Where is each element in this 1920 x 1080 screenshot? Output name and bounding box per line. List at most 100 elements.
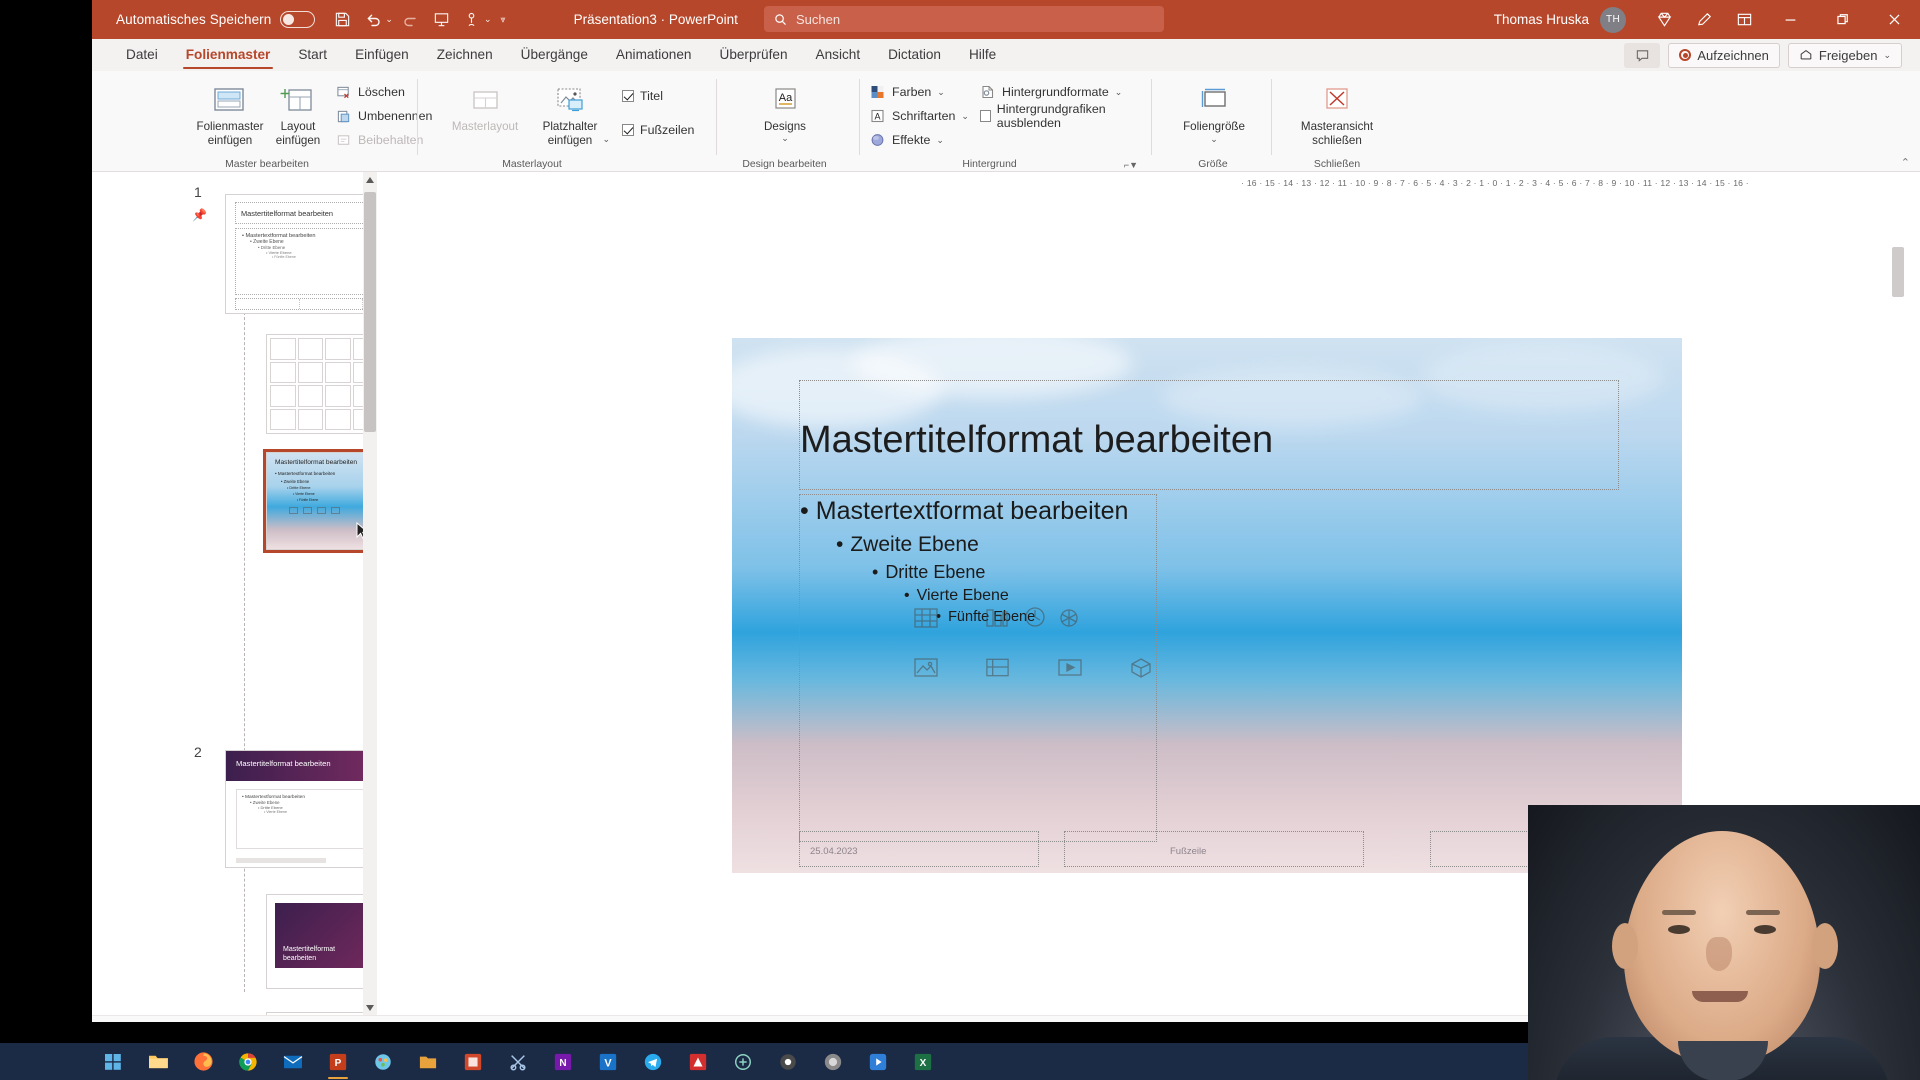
stock-image-icon[interactable]	[984, 656, 1014, 682]
picture-icon[interactable]	[912, 656, 942, 682]
tab-folienmaster[interactable]: Folienmaster	[172, 39, 285, 71]
ds-icon[interactable]	[722, 1043, 764, 1080]
delete-master-button[interactable]: Löschen	[336, 81, 405, 103]
thumbnail-layout-grid[interactable]	[266, 334, 377, 434]
schriftarten-button[interactable]: A Schriftarten ⌄	[870, 105, 969, 127]
tab-animationen[interactable]: Animationen	[602, 39, 706, 71]
telegram-icon[interactable]	[632, 1043, 674, 1080]
autosave-control[interactable]: Automatisches Speichern	[116, 11, 316, 28]
adobe-icon[interactable]	[677, 1043, 719, 1080]
thumbnail-master-2[interactable]: Mastertitelformat bearbeiten • Mastertex…	[225, 750, 377, 868]
video-icon[interactable]	[1056, 656, 1086, 682]
chart-icon[interactable]	[984, 606, 1014, 632]
scroll-down-icon[interactable]	[363, 1000, 377, 1015]
more-commands-icon[interactable]: ⩔	[500, 14, 505, 25]
avatar[interactable]: TH	[1600, 6, 1626, 33]
tab-einfuegen[interactable]: Einfügen	[341, 39, 423, 71]
icons-icon[interactable]	[1022, 604, 1052, 630]
scroll-up-icon[interactable]	[363, 172, 377, 187]
hintergrundformate-button[interactable]: Hintergrundformate ⌄	[980, 81, 1122, 103]
file-explorer-icon[interactable]	[137, 1043, 179, 1080]
designs-button[interactable]: Aa Designs ⌄	[747, 77, 823, 144]
preserve-master-button[interactable]: Beibehalten	[336, 129, 423, 151]
obs-icon[interactable]	[812, 1043, 854, 1080]
tab-dictation[interactable]: Dictation	[874, 39, 955, 71]
tab-ansicht[interactable]: Ansicht	[802, 39, 875, 71]
ribbon-display-options-icon[interactable]	[1724, 0, 1764, 39]
onenote-icon[interactable]: N	[542, 1043, 584, 1080]
autosave-toggle[interactable]	[280, 11, 316, 28]
thumbnail-layout-dark[interactable]: Mastertitelformat bearbeiten	[266, 894, 377, 989]
insert-placeholder-button[interactable]: Platzhalter einfügen ⌄	[528, 77, 612, 147]
insert-layout-button[interactable]: Layout einfügen	[266, 77, 330, 147]
comments-button[interactable]	[1624, 42, 1661, 68]
tab-uebergaenge[interactable]: Übergänge	[507, 39, 602, 71]
snipping-icon[interactable]	[497, 1043, 539, 1080]
windows-start-icon[interactable]	[92, 1043, 134, 1080]
smartart-icon[interactable]	[1056, 606, 1086, 632]
tab-datei[interactable]: Datei	[112, 39, 172, 71]
thumbnail-pane[interactable]: 1 📌 Mastertitelformat bearbeiten • Maste…	[92, 172, 377, 1015]
close-master-view-button[interactable]: Masteransicht schließen	[1294, 77, 1380, 147]
tab-start[interactable]: Start	[284, 39, 341, 71]
excel-icon[interactable]: X	[902, 1043, 944, 1080]
effekte-chevron-down-icon[interactable]: ⌄	[936, 135, 944, 146]
effekte-button[interactable]: Effekte ⌄	[870, 129, 944, 151]
paint-icon[interactable]	[362, 1043, 404, 1080]
tab-hilfe[interactable]: Hilfe	[955, 39, 1010, 71]
hintergrund-dialog-launcher[interactable]: ⌐▼	[1124, 160, 1138, 170]
share-button[interactable]: Freigeben ⌄	[1787, 42, 1902, 68]
thumbnail-scrollbar[interactable]	[363, 172, 377, 1015]
stage-scrollbar-thumb[interactable]	[1892, 247, 1904, 297]
powerpoint-icon[interactable]: P	[317, 1043, 359, 1080]
share-chevron-down-icon[interactable]: ⌄	[1883, 50, 1891, 61]
schriftarten-chevron-down-icon[interactable]: ⌄	[961, 111, 969, 122]
titel-checkbox[interactable]: Titel	[622, 85, 663, 107]
thumbnail-master-1[interactable]: Mastertitelformat bearbeiten • Mastertex…	[225, 194, 377, 314]
pen-icon[interactable]	[1684, 0, 1724, 39]
present-icon[interactable]	[428, 6, 455, 33]
tab-ueberpruefen[interactable]: Überprüfen	[706, 39, 802, 71]
outlook-icon[interactable]	[272, 1043, 314, 1080]
horizontal-ruler[interactable]: · 16 · 15 · 14 · 13 · 12 · 11 · 10 · 9 ·…	[780, 175, 1920, 191]
farben-chevron-down-icon[interactable]: ⌄	[937, 87, 945, 98]
insert-slide-master-button[interactable]: Folienmaster einfügen	[194, 77, 266, 147]
table-icon[interactable]	[912, 606, 942, 632]
footer-center-placeholder-box[interactable]	[1064, 831, 1364, 867]
hintergrundgrafiken-checkbox-box[interactable]	[980, 110, 991, 122]
touch-chevron-down-icon[interactable]: ⌄	[484, 14, 492, 25]
master-layout-button[interactable]: Masterlayout	[442, 77, 528, 134]
titel-checkbox-box[interactable]	[622, 90, 634, 102]
v-app-icon[interactable]: V	[587, 1043, 629, 1080]
folder-icon[interactable]	[407, 1043, 449, 1080]
undo-chevron-down-icon[interactable]: ⌄	[385, 14, 393, 25]
record-icon[interactable]	[767, 1043, 809, 1080]
save-icon[interactable]	[329, 6, 356, 33]
record-button[interactable]: Aufzeichnen	[1668, 42, 1780, 68]
minimize-button[interactable]	[1764, 0, 1816, 39]
ribbon-collapse-icon[interactable]: ⌃	[1901, 156, 1910, 169]
tab-zeichnen[interactable]: Zeichnen	[423, 39, 507, 71]
slide-size-chevron-down-icon[interactable]: ⌄	[1210, 134, 1218, 145]
close-button[interactable]	[1868, 0, 1920, 39]
3d-model-icon[interactable]	[1128, 656, 1158, 682]
diamond-icon[interactable]	[1644, 0, 1684, 39]
slide-title[interactable]: Mastertitelformat bearbeiten	[800, 393, 1600, 488]
placeholder-chevron-down-icon[interactable]: ⌄	[602, 134, 610, 145]
redo-icon[interactable]	[398, 6, 425, 33]
slide-size-button[interactable]: Foliengröße ⌄	[1172, 77, 1256, 145]
firefox-icon[interactable]	[182, 1043, 224, 1080]
undo-icon[interactable]	[359, 6, 386, 33]
farben-button[interactable]: Farben ⌄	[870, 81, 945, 103]
hintergrundgrafiken-checkbox[interactable]: Hintergrundgrafiken ausblenden	[980, 102, 1152, 130]
search-box[interactable]: Suchen	[764, 6, 1164, 32]
touch-mode-icon[interactable]	[458, 6, 485, 33]
restore-button[interactable]	[1816, 0, 1868, 39]
hintergrundformate-chevron-down-icon[interactable]: ⌄	[1115, 87, 1123, 98]
fusszeilen-checkbox[interactable]: Fußzeilen	[622, 119, 694, 141]
designs-chevron-down-icon[interactable]: ⌄	[781, 133, 789, 144]
chrome-icon[interactable]	[227, 1043, 269, 1080]
fusszeilen-checkbox-box[interactable]	[622, 124, 634, 136]
excel-alt-icon[interactable]	[452, 1043, 494, 1080]
scrollbar-thumb[interactable]	[364, 192, 376, 432]
